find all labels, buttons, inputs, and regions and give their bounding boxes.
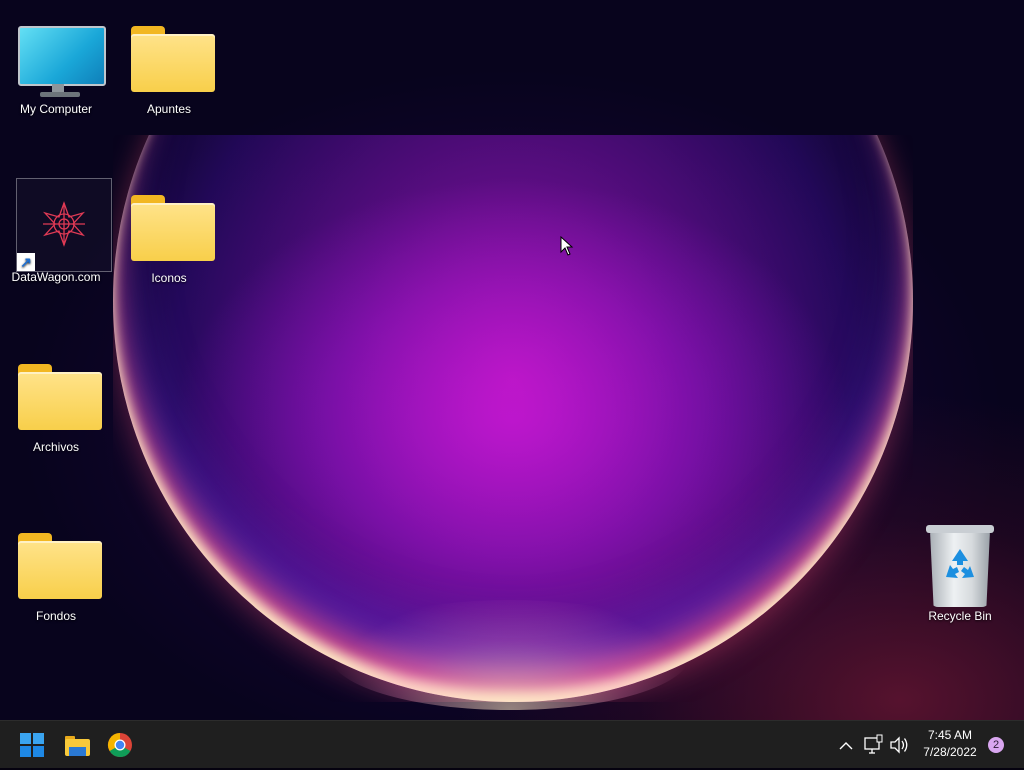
notification-badge[interactable]: 2 [988, 737, 1004, 753]
file-explorer-icon [65, 736, 90, 756]
clock-date: 7/28/2022 [923, 745, 977, 759]
show-hidden-icons-button[interactable] [836, 729, 856, 761]
datawagon-logo-icon [42, 201, 86, 247]
desktop-icon-label: Recycle Bin [928, 609, 992, 623]
monitor-icon [18, 26, 106, 86]
recycle-arrows-icon [946, 549, 974, 578]
folder-icon [18, 364, 102, 430]
start-button[interactable] [12, 725, 52, 765]
desktop-icon-fondos[interactable]: Fondos [8, 517, 104, 623]
chrome-icon [107, 733, 132, 758]
folder-icon [131, 195, 215, 261]
taskbar: 7:45 AM 7/28/2022 2 [0, 720, 1024, 768]
desktop-icon-label: My Computer [19, 102, 93, 116]
desktop-icon-label: Apuntes [146, 102, 192, 116]
desktop-icon-recycle-bin[interactable]: Recycle Bin [912, 517, 1008, 623]
desktop-icon-label: Archivos [32, 440, 79, 454]
desktop-background: My Computer Apuntes ↗ DataWagon.com Icon… [0, 0, 1024, 720]
wallpaper-glow [330, 600, 690, 710]
desktop-icon-label: Fondos [35, 609, 77, 623]
folder-icon [18, 533, 102, 599]
recycle-bin-icon [926, 525, 994, 609]
mouse-cursor-icon [560, 236, 574, 256]
folder-icon [131, 26, 215, 92]
desktop-icon-my-computer[interactable]: My Computer [8, 10, 106, 116]
chevron-up-icon [839, 742, 853, 750]
network-button[interactable] [862, 729, 884, 761]
clock-time: 7:45 AM [927, 728, 973, 742]
volume-button[interactable] [888, 729, 910, 761]
desktop-icon-apuntes[interactable]: Apuntes [121, 10, 217, 116]
desktop-icon-archivos[interactable]: Archivos [8, 348, 104, 454]
network-icon [864, 734, 883, 754]
desktop-icon-iconos[interactable]: Iconos [121, 179, 217, 285]
desktop-icon-datawagon[interactable]: ↗ DataWagon.com [8, 178, 112, 284]
desktop-icon-label: DataWagon.com [11, 270, 101, 284]
file-explorer-button[interactable] [57, 725, 97, 765]
clock[interactable]: 7:45 AM 7/28/2022 [910, 727, 990, 761]
windows-logo-icon [20, 733, 44, 757]
desktop-icon-label: Iconos [151, 271, 187, 285]
shortcut-arrow-icon: ↗ [17, 253, 35, 271]
speaker-icon [890, 736, 908, 754]
chrome-button[interactable] [100, 725, 140, 765]
wallpaper-orb [113, 135, 913, 702]
